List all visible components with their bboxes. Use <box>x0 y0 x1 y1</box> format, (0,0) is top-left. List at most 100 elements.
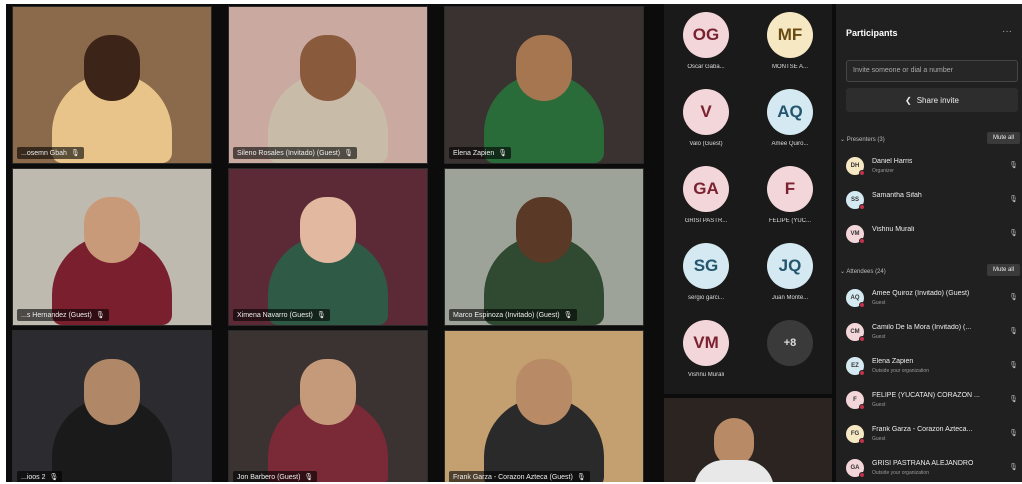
participant-head <box>516 35 572 101</box>
more-options-icon[interactable]: ··· <box>1002 26 1012 37</box>
participant-row[interactable]: EZ Elena Zapien Outside your organization 🎙 <box>846 354 1020 380</box>
avatar: GA <box>683 166 729 212</box>
mic-icon[interactable]: 🎙 <box>1009 293 1018 301</box>
participant-name-label: Elena Zapien 🎙 <box>449 147 512 159</box>
avatar-tile[interactable]: JQ Juan Monte... <box>750 235 830 313</box>
participant-role: Outside your organization <box>872 368 929 374</box>
status-badge <box>859 336 865 342</box>
participant-name: Daniel Harris <box>872 158 913 165</box>
status-badge <box>859 404 865 410</box>
mic-icon[interactable]: 🎙 <box>1009 229 1018 237</box>
mute-all-button-presenters[interactable]: Mute all <box>986 132 1020 144</box>
video-tile[interactable]: ...ioos 2 🎙 <box>12 330 212 482</box>
participant-name: GRISI PASTRANA ALEJANDRO <box>872 460 974 467</box>
video-tile[interactable]: Elena Zapien 🎙 <box>444 6 644 164</box>
avatar: SG <box>683 243 729 289</box>
avatar-tile[interactable]: F FELIPE (YUC... <box>750 158 830 236</box>
participant-head <box>300 359 356 425</box>
panel-title: Participants <box>846 28 898 38</box>
avatar-tile[interactable]: AQ Amee Quiro... <box>750 81 830 159</box>
mic-icon: 🎙 <box>563 312 573 319</box>
avatar: FG <box>846 425 865 444</box>
participant-name-label: Ximena Navarro (Guest) 🎙 <box>233 309 330 321</box>
avatar: V <box>683 89 729 135</box>
status-badge <box>859 238 865 244</box>
status-badge <box>859 170 865 176</box>
mic-icon: 🎙 <box>576 474 586 481</box>
avatar-name-label: GRISI PASTR... <box>684 218 728 224</box>
avatar: AQ <box>846 289 865 308</box>
share-icon: ❮ <box>905 95 912 105</box>
teams-meeting-window: ...osemn Gbah 🎙 Sileno Rosales (Invitado) … <box>6 4 1022 482</box>
video-tile[interactable]: Marco Espinoza (Invitado) (Guest) 🎙 <box>444 168 644 326</box>
video-tile[interactable]: ...osemn Gbah 🎙 <box>12 6 212 164</box>
participant-name: Vishnu Murali <box>872 226 915 233</box>
participant-name-label: Marco Espinoza (Invitado) (Guest) 🎙 <box>449 309 577 321</box>
mic-icon[interactable]: 🎙 <box>1009 463 1018 471</box>
mic-icon[interactable]: 🎙 <box>1009 429 1018 437</box>
participant-row[interactable]: DH Daniel Harris Organizer 🎙 <box>846 154 1020 180</box>
avatar: VM <box>683 320 729 366</box>
participant-head <box>84 197 140 263</box>
mic-icon[interactable]: 🎙 <box>1009 327 1018 335</box>
attendees-section-header[interactable]: ⌄ Attendees (24) <box>840 268 886 275</box>
participant-name-label: ...s Hernandez (Guest) 🎙 <box>17 309 109 321</box>
video-tile[interactable]: Sileno Rosales (Invitado) (Guest) 🎙 <box>228 6 428 164</box>
avatar-tile[interactable]: VM Vishnu Murali <box>666 312 746 390</box>
avatar: EZ <box>846 357 865 376</box>
chevron-down-icon: ⌄ <box>840 137 847 143</box>
mic-icon[interactable]: 🎙 <box>1009 361 1018 369</box>
participant-role: Organizer <box>872 168 894 174</box>
presenters-section-header[interactable]: ⌄ Presenters (3) <box>840 136 885 143</box>
avatar-tile[interactable]: V Valo (Guest) <box>666 81 746 159</box>
participant-head <box>300 197 356 263</box>
status-badge <box>859 472 865 478</box>
participant-name-label: Jon Barbero (Guest) 🎙 <box>233 471 318 482</box>
participant-row[interactable]: F FELIPE (YUCATAN) CORAZÓN ... Guest 🎙 <box>846 388 1020 414</box>
mute-all-button-attendees[interactable]: Mute all <box>986 264 1020 276</box>
participant-name: FELIPE (YUCATAN) CORAZÓN ... <box>872 392 980 399</box>
participant-row[interactable]: SS Samantha Sifah 🎙 <box>846 188 1020 214</box>
participant-name-label: Sileno Rosales (Invitado) (Guest) 🎙 <box>233 147 357 159</box>
video-tile[interactable]: Frank Garza - Corazon Azteca (Guest) 🎙 <box>444 330 644 482</box>
participant-name-label: ...ioos 2 🎙 <box>17 471 63 482</box>
avatar-name-label: Vishnu Murali <box>687 372 725 378</box>
mic-icon[interactable]: 🎙 <box>1009 161 1018 169</box>
mic-icon: 🎙 <box>344 150 353 157</box>
mic-icon: 🎙 <box>49 474 59 481</box>
share-invite-button[interactable]: ❮ Share invite <box>846 88 1018 112</box>
status-badge <box>859 438 865 444</box>
participant-row[interactable]: AQ Amee Quiroz (Invitado) (Guest) Guest 🎙 <box>846 286 1020 312</box>
participant-row[interactable]: CM Camilo De la Mora (Invitado) (... Guest… <box>846 320 1020 346</box>
avatar-name-label: FELIPE (YUC... <box>768 218 811 224</box>
participant-name: Frank Garza - Corazon Azteca... <box>872 426 973 433</box>
avatar-name-label: sergio garci... <box>687 295 724 301</box>
avatar-name-label: MONTSE A... <box>771 64 808 70</box>
avatar-tile[interactable]: MF MONTSE A... <box>750 4 830 82</box>
avatar: +8 <box>767 320 813 366</box>
video-tile[interactable]: Jon Barbero (Guest) 🎙 <box>228 330 428 482</box>
self-video-preview[interactable] <box>664 398 832 482</box>
avatar-tile[interactable]: +8 <box>750 312 830 390</box>
avatar-gallery: OG Oscar Gaba... MF MONTSE A... V Valo (Guest… <box>664 4 832 394</box>
participant-head <box>516 359 572 425</box>
avatar-tile[interactable]: GA GRISI PASTR... <box>666 158 746 236</box>
avatar-tile[interactable]: OG Oscar Gaba... <box>666 4 746 82</box>
mic-icon[interactable]: 🎙 <box>1009 395 1018 403</box>
video-tile[interactable]: ...s Hernandez (Guest) 🎙 <box>12 168 212 326</box>
avatar-tile[interactable]: SG sergio garci... <box>666 235 746 313</box>
avatar: F <box>767 166 813 212</box>
video-tile[interactable]: Ximena Navarro (Guest) 🎙 <box>228 168 428 326</box>
avatar: AQ <box>767 89 813 135</box>
participant-head <box>84 35 140 101</box>
participant-role: Guest <box>872 300 886 306</box>
avatar: JQ <box>767 243 813 289</box>
self-head <box>714 418 754 466</box>
avatar: VM <box>846 225 865 244</box>
mic-icon[interactable]: 🎙 <box>1009 195 1018 203</box>
participant-row[interactable]: VM Vishnu Murali 🎙 <box>846 222 1020 248</box>
participant-name-label: Frank Garza - Corazon Azteca (Guest) 🎙 <box>449 471 590 482</box>
participant-row[interactable]: GA GRISI PASTRANA ALEJANDRO Outside your o… <box>846 456 1020 482</box>
invite-input[interactable]: Invite someone or dial a number <box>846 60 1018 82</box>
participant-row[interactable]: FG Frank Garza - Corazon Azteca... Guest 🎙 <box>846 422 1020 448</box>
